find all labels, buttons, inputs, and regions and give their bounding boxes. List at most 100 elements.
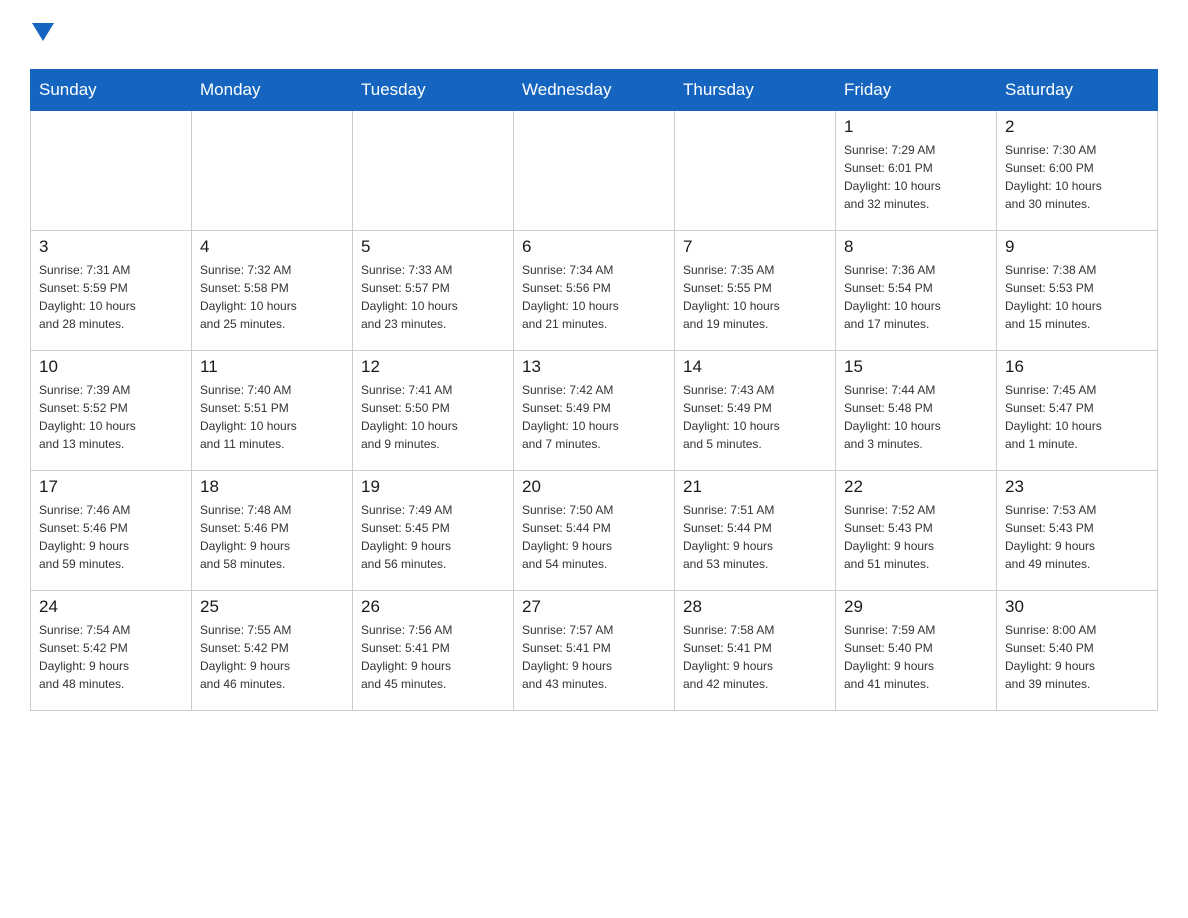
day-number: 29 [844,597,988,617]
calendar-cell [675,110,836,230]
calendar-cell: 13Sunrise: 7:42 AMSunset: 5:49 PMDayligh… [514,350,675,470]
calendar-cell: 8Sunrise: 7:36 AMSunset: 5:54 PMDaylight… [836,230,997,350]
calendar-cell: 19 Sunrise: 7:49 AMSunset: 5:45 PMDayligh… [353,470,514,590]
calendar-cell: 22 Sunrise: 7:52 AMSunset: 5:43 PMDayligh… [836,470,997,590]
day-number: 21 [683,477,827,497]
calendar-cell: 11 Sunrise: 7:40 AMSunset: 5:51 PMDayligh… [192,350,353,470]
week-row-2: 10 Sunrise: 7:39 AMSunset: 5:52 PMDayligh… [31,350,1158,470]
header-wednesday: Wednesday [514,69,675,110]
day-info: Sunrise: 7:54 AMSunset: 5:42 PMDaylight:… [39,621,183,693]
calendar-cell [192,110,353,230]
day-number: 20 [522,477,666,497]
header-monday: Monday [192,69,353,110]
day-number: 15 [844,357,988,377]
week-row-0: 1Sunrise: 7:29 AMSunset: 6:01 PMDaylight… [31,110,1158,230]
day-info: Sunrise: 7:44 AMSunset: 5:48 PMDaylight:… [844,381,988,453]
day-number: 25 [200,597,344,617]
day-info: Sunrise: 7:33 AMSunset: 5:57 PMDaylight:… [361,261,505,333]
day-info: Sunrise: 7:40 AMSunset: 5:51 PMDaylight:… [200,381,344,453]
logo-general-row [30,20,58,57]
calendar-cell: 16Sunrise: 7:45 AMSunset: 5:47 PMDayligh… [997,350,1158,470]
logo-arrow-icon [32,23,54,55]
day-info: Sunrise: 7:56 AMSunset: 5:41 PMDaylight:… [361,621,505,693]
day-info: Sunrise: 7:58 AMSunset: 5:41 PMDaylight:… [683,621,827,693]
page-header [30,20,1158,59]
day-info: Sunrise: 7:34 AMSunset: 5:56 PMDaylight:… [522,261,666,333]
calendar-cell [353,110,514,230]
day-info: Sunrise: 7:31 AMSunset: 5:59 PMDaylight:… [39,261,183,333]
day-number: 11 [200,357,344,377]
day-info: Sunrise: 7:46 AMSunset: 5:46 PMDaylight:… [39,501,183,573]
header-thursday: Thursday [675,69,836,110]
calendar-header: SundayMondayTuesdayWednesdayThursdayFrid… [31,69,1158,110]
calendar-cell: 6Sunrise: 7:34 AMSunset: 5:56 PMDaylight… [514,230,675,350]
day-number: 28 [683,597,827,617]
week-row-4: 24 Sunrise: 7:54 AMSunset: 5:42 PMDayligh… [31,590,1158,710]
calendar-cell: 27 Sunrise: 7:57 AMSunset: 5:41 PMDayligh… [514,590,675,710]
day-number: 1 [844,117,988,137]
day-info: Sunrise: 7:51 AMSunset: 5:44 PMDaylight:… [683,501,827,573]
calendar-cell: 21 Sunrise: 7:51 AMSunset: 5:44 PMDayligh… [675,470,836,590]
calendar-cell: 3 Sunrise: 7:31 AMSunset: 5:59 PMDaylight… [31,230,192,350]
day-info: Sunrise: 7:42 AMSunset: 5:49 PMDaylight:… [522,381,666,453]
day-info: Sunrise: 7:55 AMSunset: 5:42 PMDaylight:… [200,621,344,693]
day-number: 14 [683,357,827,377]
day-info: Sunrise: 7:59 AMSunset: 5:40 PMDaylight:… [844,621,988,693]
calendar-cell: 12 Sunrise: 7:41 AMSunset: 5:50 PMDayligh… [353,350,514,470]
week-row-3: 17 Sunrise: 7:46 AMSunset: 5:46 PMDayligh… [31,470,1158,590]
day-info: Sunrise: 7:43 AMSunset: 5:49 PMDaylight:… [683,381,827,453]
day-number: 30 [1005,597,1149,617]
calendar-cell: 26 Sunrise: 7:56 AMSunset: 5:41 PMDayligh… [353,590,514,710]
day-info: Sunrise: 7:45 AMSunset: 5:47 PMDaylight:… [1005,381,1149,453]
calendar-cell: 23 Sunrise: 7:53 AMSunset: 5:43 PMDayligh… [997,470,1158,590]
calendar-cell: 17 Sunrise: 7:46 AMSunset: 5:46 PMDayligh… [31,470,192,590]
day-info: Sunrise: 7:32 AMSunset: 5:58 PMDaylight:… [200,261,344,333]
day-number: 8 [844,237,988,257]
day-number: 17 [39,477,183,497]
day-number: 22 [844,477,988,497]
day-info: Sunrise: 7:41 AMSunset: 5:50 PMDaylight:… [361,381,505,453]
day-info: Sunrise: 7:53 AMSunset: 5:43 PMDaylight:… [1005,501,1149,573]
calendar-cell: 24 Sunrise: 7:54 AMSunset: 5:42 PMDayligh… [31,590,192,710]
day-number: 24 [39,597,183,617]
day-number: 12 [361,357,505,377]
day-number: 27 [522,597,666,617]
calendar-cell [31,110,192,230]
day-number: 23 [1005,477,1149,497]
day-number: 10 [39,357,183,377]
calendar-cell: 14 Sunrise: 7:43 AMSunset: 5:49 PMDayligh… [675,350,836,470]
day-number: 2 [1005,117,1149,137]
calendar-cell: 5 Sunrise: 7:33 AMSunset: 5:57 PMDaylight… [353,230,514,350]
day-info: Sunrise: 7:39 AMSunset: 5:52 PMDaylight:… [39,381,183,453]
header-tuesday: Tuesday [353,69,514,110]
day-info: Sunrise: 8:00 AMSunset: 5:40 PMDaylight:… [1005,621,1149,693]
calendar-cell: 2 Sunrise: 7:30 AMSunset: 6:00 PMDaylight… [997,110,1158,230]
day-number: 5 [361,237,505,257]
logo [30,20,58,59]
calendar-cell: 25 Sunrise: 7:55 AMSunset: 5:42 PMDayligh… [192,590,353,710]
day-info: Sunrise: 7:38 AMSunset: 5:53 PMDaylight:… [1005,261,1149,333]
calendar-table: SundayMondayTuesdayWednesdayThursdayFrid… [30,69,1158,711]
calendar-cell: 18Sunrise: 7:48 AMSunset: 5:46 PMDayligh… [192,470,353,590]
calendar-cell: 15 Sunrise: 7:44 AMSunset: 5:48 PMDayligh… [836,350,997,470]
day-info: Sunrise: 7:57 AMSunset: 5:41 PMDaylight:… [522,621,666,693]
calendar-cell [514,110,675,230]
calendar-cell: 10 Sunrise: 7:39 AMSunset: 5:52 PMDayligh… [31,350,192,470]
day-number: 18 [200,477,344,497]
header-friday: Friday [836,69,997,110]
day-number: 9 [1005,237,1149,257]
day-number: 26 [361,597,505,617]
day-number: 4 [200,237,344,257]
calendar-cell: 4 Sunrise: 7:32 AMSunset: 5:58 PMDaylight… [192,230,353,350]
calendar-cell: 7Sunrise: 7:35 AMSunset: 5:55 PMDaylight… [675,230,836,350]
header-saturday: Saturday [997,69,1158,110]
day-number: 19 [361,477,505,497]
day-number: 7 [683,237,827,257]
day-info: Sunrise: 7:30 AMSunset: 6:00 PMDaylight:… [1005,141,1149,213]
day-number: 3 [39,237,183,257]
calendar-cell: 9 Sunrise: 7:38 AMSunset: 5:53 PMDaylight… [997,230,1158,350]
calendar-cell: 30 Sunrise: 8:00 AMSunset: 5:40 PMDayligh… [997,590,1158,710]
day-info: Sunrise: 7:52 AMSunset: 5:43 PMDaylight:… [844,501,988,573]
day-info: Sunrise: 7:50 AMSunset: 5:44 PMDaylight:… [522,501,666,573]
day-info: Sunrise: 7:49 AMSunset: 5:45 PMDaylight:… [361,501,505,573]
